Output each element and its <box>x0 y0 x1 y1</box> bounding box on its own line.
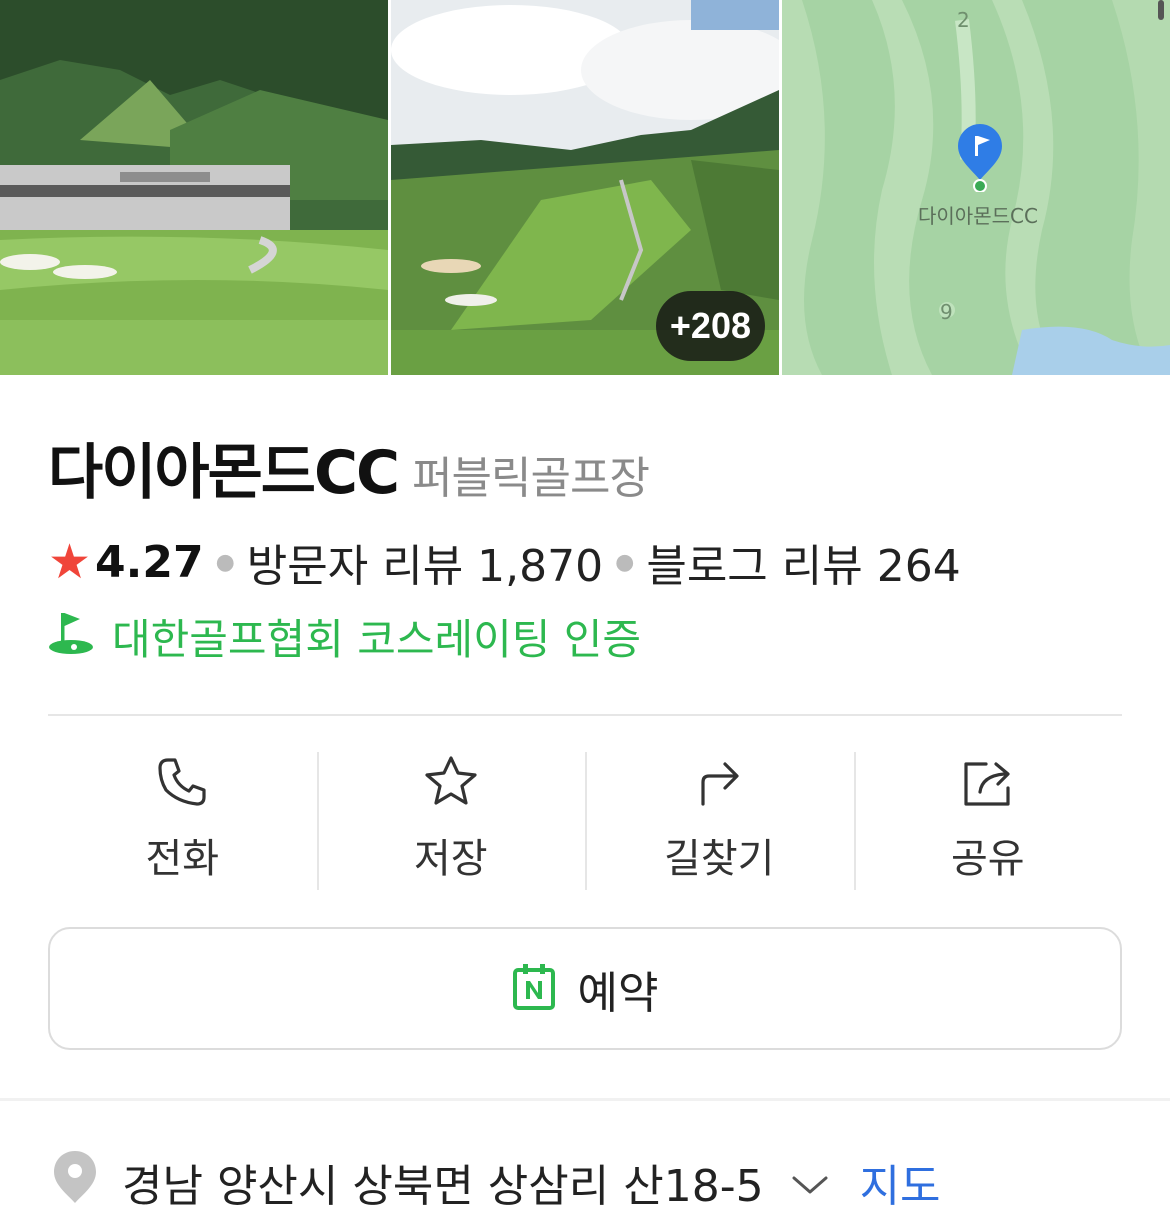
certification-row[interactable]: 대한골프협회 코스레이팅 인증 <box>48 606 641 667</box>
directions-icon <box>691 754 747 814</box>
star-filled-icon: ★ <box>48 534 92 590</box>
directions-button[interactable]: 길찾기 <box>585 752 854 890</box>
photo-gallery[interactable]: +208 2 9 다이아몬드CC <box>0 0 1170 375</box>
save-label: 저장 <box>413 836 488 882</box>
map-hole-number: 9 <box>940 300 953 324</box>
course-map-thumbnail[interactable]: 2 9 다이아몬드CC <box>782 0 1170 375</box>
place-name: 다이아몬드CC <box>48 438 400 508</box>
phone-icon <box>154 754 210 814</box>
more-photos-badge[interactable]: +208 <box>655 291 765 361</box>
call-label: 전화 <box>145 836 220 882</box>
separator-dot: ● <box>215 549 235 575</box>
divider <box>48 714 1122 716</box>
blog-reviews-link[interactable]: 블로그 리뷰 264 <box>646 530 960 594</box>
action-bar: 전화 저장 길찾기 공유 <box>48 752 1122 890</box>
map-pin-label: 다이아몬드CC <box>918 204 1038 228</box>
share-icon <box>960 754 1016 814</box>
save-button[interactable]: 저장 <box>316 752 586 890</box>
title-row: 다이아몬드CC 퍼블릭골프장 <box>48 424 650 511</box>
address-row[interactable]: 경남 양산시 상북면 상삼리 산18-5 지도 <box>54 1150 941 1214</box>
reserve-label: 예약 <box>577 967 659 1019</box>
reserve-button[interactable]: 예약 <box>48 927 1122 1050</box>
place-category: 퍼블릭골프장 <box>412 453 650 504</box>
call-button[interactable]: 전화 <box>48 752 317 890</box>
naver-calendar-icon <box>512 963 556 1015</box>
location-pin-icon <box>54 1150 96 1214</box>
section-divider <box>0 1098 1170 1101</box>
photo-course-valley[interactable]: +208 <box>391 0 779 375</box>
map-pin-icon <box>958 124 1002 192</box>
address-text: 경남 양산시 상북면 상삼리 산18-5 <box>122 1161 764 1212</box>
scrollbar-thumb[interactable] <box>1158 0 1164 20</box>
chevron-down-icon[interactable] <box>790 1157 830 1208</box>
map-hole-number: 2 <box>957 8 970 32</box>
certification-text: 대한골프협회 코스레이팅 인증 <box>112 615 642 664</box>
share-button[interactable]: 공유 <box>853 752 1123 890</box>
directions-label: 길찾기 <box>664 836 775 882</box>
golf-flag-icon <box>48 609 94 665</box>
rating-value: 4.27 <box>95 536 204 588</box>
star-outline-icon <box>423 754 479 814</box>
separator-dot: ● <box>615 549 635 575</box>
rating-row: ★ 4.27 ● 방문자 리뷰 1,870 ● 블로그 리뷰 264 <box>48 530 961 594</box>
share-label: 공유 <box>950 836 1025 882</box>
photo-clubhouse[interactable] <box>0 0 388 375</box>
map-link[interactable]: 지도 <box>860 1150 941 1214</box>
visitor-reviews-link[interactable]: 방문자 리뷰 1,870 <box>247 530 603 594</box>
